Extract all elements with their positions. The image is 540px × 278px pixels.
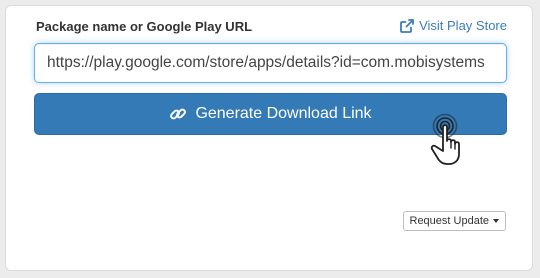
external-link-icon [400, 18, 414, 33]
url-field-label: Package name or Google Play URL [36, 19, 253, 34]
caret-down-icon [493, 219, 499, 223]
link-icon [169, 105, 187, 123]
package-url-input[interactable] [34, 43, 507, 83]
request-update-dropdown[interactable]: Request Update [402, 211, 506, 231]
request-update-label: Request Update [409, 215, 490, 227]
visit-play-store-label: Visit Play Store [419, 18, 507, 33]
generate-download-link-label: Generate Download Link [195, 105, 372, 122]
visit-play-store-link[interactable]: Visit Play Store [400, 18, 507, 33]
hand-pointer-icon [430, 113, 460, 165]
